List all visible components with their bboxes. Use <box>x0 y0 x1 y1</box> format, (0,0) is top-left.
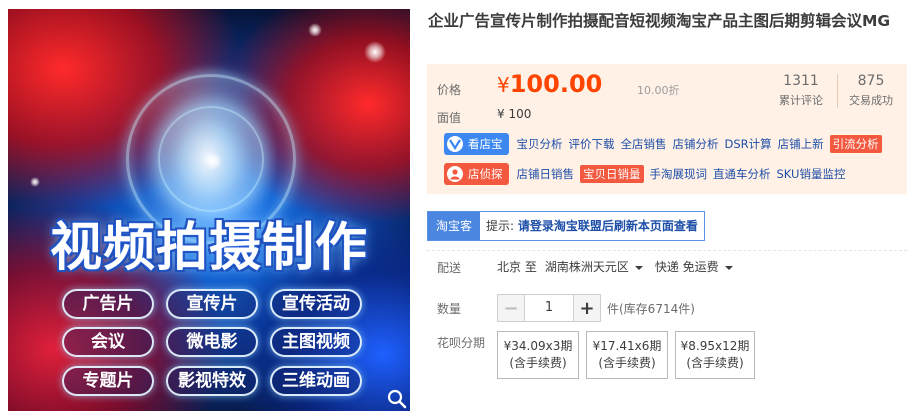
product-main-image[interactable]: 视频拍摄制作 广告片 宣传片 宣传活动 会议 微电影 主图视频 专题片 影视特效… <box>8 9 410 411</box>
price-amount: 100.00 <box>509 70 603 98</box>
price-discount: 10.00折 <box>637 84 680 97</box>
tool-link-item-analysis[interactable]: 宝贝分析 <box>517 136 563 152</box>
tool-link-sku-monitor[interactable]: SKU销量监控 <box>777 166 846 182</box>
quantity-input[interactable]: 1 <box>525 294 573 322</box>
installment-plans: ¥34.09x3期 (含手续费) ¥17.41x6期 (含手续费) ¥8.95x… <box>497 331 762 379</box>
image-sparkle <box>204 152 222 170</box>
tool-link-store-sales[interactable]: 全店销售 <box>621 136 667 152</box>
price-label: 价格 <box>437 83 462 97</box>
sales-count: 875 <box>857 73 885 89</box>
stock-info: 件(库存6714件) <box>607 301 695 316</box>
tool-link-review-download[interactable]: 评价下载 <box>569 136 615 152</box>
delivery-label: 配送 <box>437 261 462 275</box>
dianzhentan-badge-label: 店侦探 <box>468 167 503 181</box>
chevron-down-icon <box>724 265 733 270</box>
delivery-info: 北京 至 湖南株洲天元区 快递 免运费 <box>497 258 737 275</box>
zoom-icon[interactable] <box>386 388 408 410</box>
installments-label: 花呗分期 <box>437 336 486 350</box>
quantity-increase-button[interactable]: + <box>573 294 601 322</box>
chevron-down-icon <box>634 265 643 270</box>
image-tag: 宣传活动 <box>270 289 362 319</box>
delivery-method: 快递 免运费 <box>654 260 719 274</box>
delivery-destination: 湖南株洲天元区 <box>544 260 629 274</box>
delivery-destination-select[interactable]: 湖南株洲天元区 <box>545 258 647 275</box>
quantity-decrease-button[interactable]: − <box>497 294 525 322</box>
kandianbao-logo-icon <box>447 136 463 152</box>
price-value: ¥100.00 <box>497 70 602 98</box>
tool-link-dsr-calc[interactable]: DSR计算 <box>725 136 772 152</box>
image-tag: 广告片 <box>62 289 154 319</box>
installment-fee-note: (含手续费) <box>509 356 567 370</box>
tool-link-traffic-analysis[interactable]: 引流分析 <box>829 135 882 153</box>
tool-link-store-daily-sales[interactable]: 店铺日销售 <box>517 166 575 182</box>
price-currency: ¥ <box>497 73 510 97</box>
image-tag: 主图视频 <box>270 327 362 357</box>
image-sparkle <box>308 23 322 37</box>
delivery-from: 北京 至 <box>497 260 537 274</box>
reviews-label: 累计评论 <box>779 94 823 107</box>
taobaoke-tag[interactable]: 淘宝客 <box>428 212 481 240</box>
installment-fee-note: (含手续费) <box>686 356 744 370</box>
taobaoke-login-link[interactable]: 请登录淘宝联盟后刷新本页面查看 <box>518 219 698 233</box>
quantity-label: 数量 <box>437 302 462 316</box>
reviews-count: 1311 <box>783 73 819 89</box>
taobaoke-tip: 提示: 请登录淘宝联盟后刷新本页面查看 <box>480 212 704 240</box>
image-headline: 视频拍摄制作 <box>49 218 368 278</box>
image-tag: 宣传片 <box>166 289 258 319</box>
installment-fee-note: (含手续费) <box>598 356 656 370</box>
image-tag: 三维动画 <box>270 366 362 396</box>
product-title: 企业广告宣传片制作拍摄配音短视频淘宝产品主图后期剪辑会议MG <box>428 12 891 30</box>
image-tag: 影视特效 <box>166 366 258 396</box>
taobaoke-tip-prefix: 提示: <box>486 219 518 233</box>
tool-link-item-daily-sales[interactable]: 宝贝日销量 <box>580 165 644 183</box>
sales-label: 交易成功 <box>849 94 893 107</box>
kandianbao-toolbar: 看店宝 宝贝分析 评价下载 全店销售 店铺分析 DSR计算 店铺上新 引流分析 <box>444 133 888 155</box>
image-sparkle <box>30 177 40 187</box>
tool-link-ztc-analysis[interactable]: 直通车分析 <box>713 166 771 182</box>
installment-option[interactable]: ¥34.09x3期 (含手续费) <box>497 331 579 379</box>
dianzhentan-badge[interactable]: 店侦探 <box>444 163 509 185</box>
installment-amount: ¥34.09x3期 <box>503 339 573 353</box>
dianzhentan-toolbar: 店侦探 店铺日销售 宝贝日销量 手淘展现词 直通车分析 SKU销量监控 <box>444 163 851 185</box>
tool-link-store-new[interactable]: 店铺上新 <box>778 136 824 152</box>
kandianbao-badge-label: 看店宝 <box>468 137 503 151</box>
installment-amount: ¥17.41x6期 <box>592 339 662 353</box>
taobaoke-notice: 淘宝客 提示: 请登录淘宝联盟后刷新本页面查看 <box>427 211 705 241</box>
section-divider <box>427 250 907 251</box>
installment-option[interactable]: ¥8.95x12期 (含手续费) <box>675 331 755 379</box>
face-value-label: 面值 <box>437 111 462 125</box>
installment-option[interactable]: ¥17.41x6期 (含手续费) <box>586 331 668 379</box>
reviews-stat[interactable]: 1311 累计评论 <box>779 72 823 110</box>
tool-link-search-terms[interactable]: 手淘展现词 <box>650 166 708 182</box>
installment-amount: ¥8.95x12期 <box>680 339 750 353</box>
stats-divider <box>837 74 838 108</box>
tool-link-store-analysis[interactable]: 店铺分析 <box>673 136 719 152</box>
image-tag: 专题片 <box>62 366 154 396</box>
image-tag: 微电影 <box>166 327 258 357</box>
face-value: ¥ 100 <box>497 107 532 121</box>
image-tag: 会议 <box>62 327 154 357</box>
sales-stat: 875 交易成功 <box>849 72 893 110</box>
kandianbao-badge[interactable]: 看店宝 <box>444 133 509 155</box>
quantity-stepper: − 1 + 件(库存6714件) <box>497 294 695 322</box>
price-panel: 价格 ¥100.00 10.00折 面值 ¥ 100 1311 累计评论 875… <box>427 64 907 194</box>
delivery-method-select[interactable]: 快递 免运费 <box>655 258 737 275</box>
image-sparkle <box>364 41 386 63</box>
detective-user-icon <box>447 166 463 182</box>
